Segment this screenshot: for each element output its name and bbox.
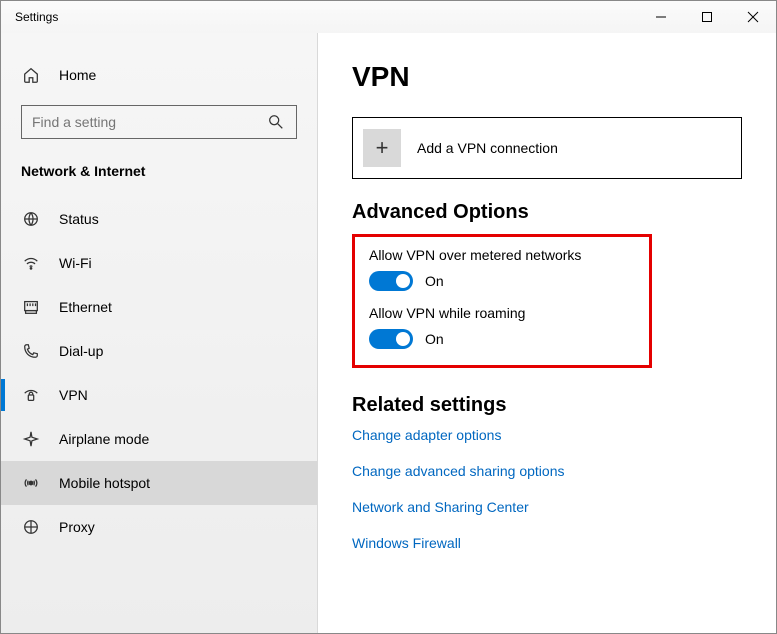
link-network-center[interactable]: Network and Sharing Center xyxy=(352,499,742,515)
sidebar-section-label: Network & Internet xyxy=(1,153,317,197)
page-title: VPN xyxy=(352,61,742,93)
toggle-metered-state: On xyxy=(425,273,444,289)
maximize-button[interactable] xyxy=(684,1,730,33)
sidebar-item-wifi[interactable]: Wi-Fi xyxy=(1,241,317,285)
sidebar-item-airplane[interactable]: Airplane mode xyxy=(1,417,317,461)
link-sharing-options[interactable]: Change advanced sharing options xyxy=(352,463,742,479)
sidebar-item-vpn[interactable]: VPN xyxy=(1,373,317,417)
sidebar-item-label: VPN xyxy=(59,387,88,403)
sidebar-item-proxy[interactable]: Proxy xyxy=(1,505,317,549)
sidebar-item-label: Mobile hotspot xyxy=(59,475,150,491)
airplane-icon xyxy=(21,429,41,449)
sidebar-item-label: Airplane mode xyxy=(59,431,149,447)
search-box[interactable] xyxy=(21,105,297,139)
close-button[interactable] xyxy=(730,1,776,33)
hotspot-icon xyxy=(21,473,41,493)
advanced-options-heading: Advanced Options xyxy=(352,201,742,224)
sidebar-item-label: Status xyxy=(59,211,99,227)
window-title: Settings xyxy=(15,10,638,24)
ethernet-icon xyxy=(21,297,41,317)
home-icon xyxy=(21,65,41,85)
search-icon xyxy=(266,112,286,132)
sidebar-item-status[interactable]: Status xyxy=(1,197,317,241)
toggle-roaming-state: On xyxy=(425,331,444,347)
wifi-icon xyxy=(21,253,41,273)
link-windows-firewall[interactable]: Windows Firewall xyxy=(352,535,742,551)
minimize-button[interactable] xyxy=(638,1,684,33)
sidebar-item-label: Wi-Fi xyxy=(59,255,92,271)
add-vpn-button[interactable]: + Add a VPN connection xyxy=(352,117,742,179)
link-adapter-options[interactable]: Change adapter options xyxy=(352,427,742,443)
related-settings-heading: Related settings xyxy=(352,394,742,417)
sidebar: Home Network & Internet Status Wi-Fi Eth… xyxy=(1,33,318,633)
sidebar-item-label: Ethernet xyxy=(59,299,112,315)
plus-icon: + xyxy=(363,129,401,167)
window-controls xyxy=(638,1,776,33)
sidebar-item-dialup[interactable]: Dial-up xyxy=(1,329,317,373)
sidebar-item-label: Dial-up xyxy=(59,343,103,359)
add-vpn-label: Add a VPN connection xyxy=(417,140,558,156)
search-input[interactable] xyxy=(32,114,266,130)
sidebar-home[interactable]: Home xyxy=(1,53,317,97)
title-bar: Settings xyxy=(1,1,776,33)
globe-icon xyxy=(21,209,41,229)
highlight-box: Allow VPN over metered networks On Allow… xyxy=(352,234,652,368)
sidebar-item-hotspot[interactable]: Mobile hotspot xyxy=(1,461,317,505)
toggle-metered[interactable] xyxy=(369,271,413,291)
sidebar-home-label: Home xyxy=(59,67,96,83)
sidebar-item-ethernet[interactable]: Ethernet xyxy=(1,285,317,329)
phone-icon xyxy=(21,341,41,361)
option-metered-label: Allow VPN over metered networks xyxy=(369,247,635,263)
sidebar-item-label: Proxy xyxy=(59,519,95,535)
proxy-icon xyxy=(21,517,41,537)
option-roaming-label: Allow VPN while roaming xyxy=(369,305,635,321)
toggle-roaming[interactable] xyxy=(369,329,413,349)
main-content: VPN + Add a VPN connection Advanced Opti… xyxy=(318,33,776,633)
vpn-icon xyxy=(21,385,41,405)
